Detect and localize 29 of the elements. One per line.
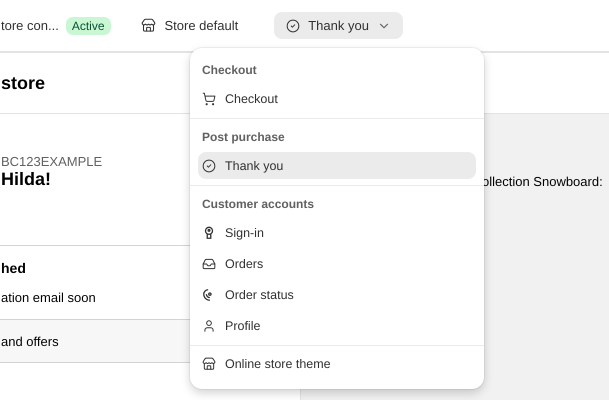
status-badge: Active: [66, 16, 110, 34]
check-circle-icon: [202, 158, 216, 172]
greeting: Hilda!: [1, 169, 52, 190]
store-icon: [202, 356, 216, 370]
store-name: tore con...: [1, 18, 59, 33]
menu-item[interactable]: Profile: [198, 312, 476, 339]
theme-label[interactable]: Store default: [164, 18, 238, 33]
order-id: BC123EXAMPLE: [1, 154, 102, 169]
preview-text: ollection Snowboard:: [482, 174, 604, 189]
menu-item[interactable]: Orders: [198, 250, 476, 277]
inbox-icon: [202, 256, 216, 270]
page-select[interactable]: Thank you: [274, 12, 403, 39]
section-text: ation email soon: [1, 290, 96, 305]
menu-item[interactable]: Thank you: [198, 152, 476, 179]
menu-heading: Post purchase: [201, 129, 286, 146]
cart-icon: [202, 92, 216, 106]
menu-item[interactable]: Checkout: [198, 85, 476, 112]
section-title: store: [1, 72, 46, 94]
person-icon: [202, 318, 216, 332]
menu-heading: Customer accounts: [201, 196, 316, 213]
section-heading: hed: [1, 260, 26, 276]
menu-item[interactable]: Online store theme: [198, 350, 476, 377]
menu-heading: Checkout: [201, 62, 258, 79]
keyhole-icon: [202, 226, 216, 240]
menu-item[interactable]: Order status: [198, 281, 476, 308]
store-icon: [140, 18, 156, 33]
check-circle-icon: [286, 18, 300, 32]
offers-text: and offers: [1, 334, 59, 348]
menu-item[interactable]: Sign-in: [198, 219, 476, 246]
